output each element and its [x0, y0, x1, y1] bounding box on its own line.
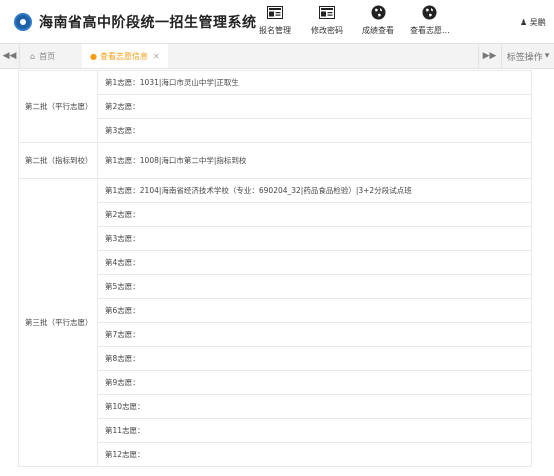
batch-name: 第二批（指标到校）: [18, 142, 98, 179]
close-icon[interactable]: ✕: [153, 52, 160, 61]
choice-text: 第10志愿：: [97, 394, 532, 419]
choice-text: 第1志愿：1031|海口市灵山中学|正取生: [97, 70, 532, 95]
double-chevron-left-icon: ◀◀: [2, 51, 17, 61]
tab-ops-label: 标签操作: [506, 52, 543, 63]
nav-item-view-choices[interactable]: 查看志愿...: [410, 5, 450, 41]
id-card-icon: [319, 5, 335, 19]
choice-text: 第5志愿：: [97, 274, 532, 299]
batch-name: 第三批（平行志愿）: [18, 178, 98, 467]
header: 海南省高中阶段统一招生管理系统 报名管理 修改密码 成绩查看 查看志愿... ♟…: [0, 0, 554, 43]
choices-table: 第二批（平行志愿） 第1志愿：1031|海口市灵山中学|正取生 第2志愿： 第3志愿：…: [18, 70, 532, 467]
tab-ops-dropdown[interactable]: 标签操作 ▾: [501, 44, 554, 68]
nav-item-registration[interactable]: 报名管理: [259, 5, 291, 41]
caret-down-icon: ▾: [544, 51, 550, 61]
app-title: 海南省高中阶段统一招生管理系统: [39, 15, 257, 31]
double-chevron-right-icon: ▶▶: [482, 51, 497, 61]
user-name: 吴鹏: [529, 18, 546, 27]
scroll-right-button[interactable]: ▶▶: [478, 44, 500, 68]
choice-text: 第8志愿：: [97, 346, 532, 371]
tab-bar: ◀◀ ⌂ 首页 ● 查看志愿信息 ✕ ▶▶ 标签操作 ▾: [0, 43, 554, 69]
batch-name: 第二批（平行志愿）: [18, 70, 98, 143]
choice-row: 第二批（平行志愿） 第1志愿：1031|海口市灵山中学|正取生: [18, 70, 532, 143]
choice-text: 第1志愿：1008|海口市第二中学|指标到校: [97, 142, 532, 179]
tab-view-choices[interactable]: ● 查看志愿信息 ✕: [82, 44, 168, 68]
nav-item-scores[interactable]: 成绩查看: [362, 5, 394, 41]
choice-text: 第9志愿：: [97, 370, 532, 395]
tab-view-choices-label: 查看志愿信息: [99, 51, 148, 61]
choice-text: 第12志愿：: [97, 442, 532, 467]
home-icon: ⌂: [30, 51, 36, 61]
circle-icon: ●: [90, 51, 97, 61]
user-menu[interactable]: ♟ 吴鹏: [520, 17, 546, 28]
id-card-icon: [267, 5, 283, 19]
choice-row: 第三批（平行志愿） 第1志愿：2104|海南省经济技术学校（专业：690204_3…: [18, 178, 532, 467]
choice-text: 第6志愿：: [97, 298, 532, 323]
choice-text: 第3志愿：: [97, 226, 532, 251]
choice-text: 第2志愿：: [97, 94, 532, 119]
scroll-left-button[interactable]: ◀◀: [0, 44, 20, 68]
globe-icon: [422, 5, 438, 19]
user-icon: ♟: [520, 18, 528, 27]
choice-text: 第1志愿：2104|海南省经济技术学校（专业：690204_32|药品食品检验）…: [97, 178, 532, 203]
choice-text: 第11志愿：: [97, 418, 532, 443]
logo-icon: [14, 13, 32, 31]
choice-text: 第4志愿：: [97, 250, 532, 275]
choice-text: 第7志愿：: [97, 322, 532, 347]
choice-row: 第二批（指标到校） 第1志愿：1008|海口市第二中学|指标到校: [18, 142, 532, 179]
tab-home-label: 首页: [39, 51, 56, 61]
choice-text: 第2志愿：: [97, 202, 532, 227]
nav-item-change-password[interactable]: 修改密码: [311, 5, 343, 41]
main-content: 第二批（平行志愿） 第1志愿：1031|海口市灵山中学|正取生 第2志愿： 第3志愿：…: [0, 70, 554, 476]
globe-icon: [370, 5, 386, 19]
choice-text: 第3志愿：: [97, 118, 532, 143]
tab-home[interactable]: ⌂ 首页: [22, 44, 63, 68]
